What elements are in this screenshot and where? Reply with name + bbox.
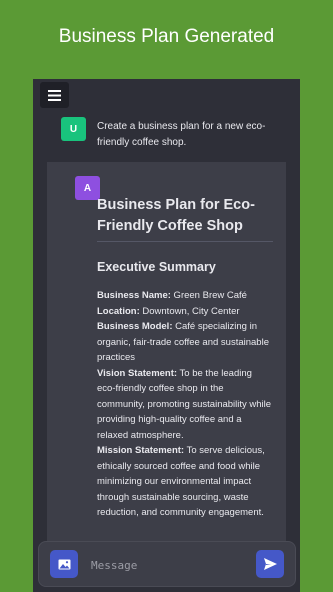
- user-avatar: U: [61, 117, 86, 141]
- field-location: Location: Downtown, City Center: [97, 304, 273, 320]
- chat-screen: U Create a business plan for a new eco-f…: [33, 79, 300, 592]
- field-label: Business Model:: [97, 321, 173, 332]
- user-message: U Create a business plan for a new eco-f…: [33, 117, 300, 161]
- message-input[interactable]: [89, 554, 243, 576]
- field-business-name: Business Name: Green Brew Café: [97, 288, 273, 304]
- assistant-message-content: Business Plan for Eco-Friendly Coffee Sh…: [97, 195, 273, 521]
- field-label: Mission Statement:: [97, 445, 185, 456]
- plan-title: Business Plan for Eco-Friendly Coffee Sh…: [97, 195, 273, 242]
- field-vision-statement: Vision Statement: To be the leading eco-…: [97, 366, 273, 444]
- field-value: Downtown, City Center: [139, 305, 240, 317]
- hamburger-menu-icon: [48, 89, 61, 101]
- field-value: Green Brew Café: [170, 290, 247, 301]
- user-message-text: Create a business plan for a new eco-fri…: [97, 121, 266, 148]
- message-composer: [38, 541, 296, 587]
- field-business-model: Business Model: Café specializing in org…: [97, 319, 273, 366]
- page-title: Business Plan Generated: [58, 26, 275, 47]
- assistant-message: A Business Plan for Eco-Friendly Coffee …: [47, 162, 286, 542]
- field-mission-statement: Mission Statement: To serve delicious, e…: [97, 443, 273, 521]
- menu-button[interactable]: [40, 82, 69, 108]
- send-button[interactable]: [256, 550, 284, 578]
- field-label: Location:: [97, 305, 140, 317]
- field-label: Business Name:: [97, 290, 171, 301]
- attach-image-button[interactable]: [50, 550, 78, 578]
- section-title: Executive Summary: [97, 260, 216, 274]
- field-label: Vision Statement:: [97, 367, 178, 379]
- image-icon: [58, 559, 70, 569]
- send-icon: [263, 558, 277, 570]
